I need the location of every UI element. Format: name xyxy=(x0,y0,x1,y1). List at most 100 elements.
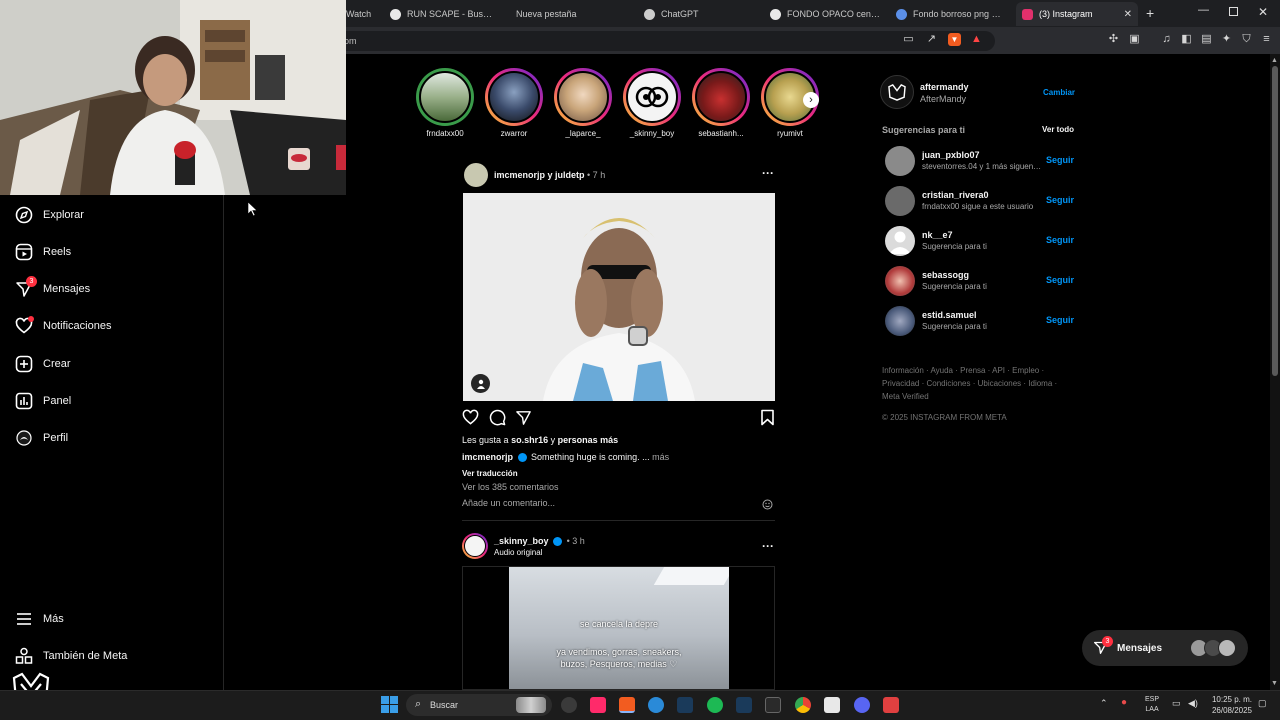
tray-chevron-icon[interactable]: ⌃ xyxy=(1100,698,1108,709)
tiktok-icon[interactable] xyxy=(590,697,606,713)
tab-fondo-opaco[interactable]: FONDO OPACO censura p xyxy=(764,2,886,26)
switch-account-link[interactable]: Cambiar xyxy=(1043,88,1075,97)
scroll-down-icon[interactable]: ▼ xyxy=(1271,680,1278,687)
tab-instagram[interactable]: (3) Instagram ✕ xyxy=(1016,2,1138,26)
cast-icon[interactable]: ▭ xyxy=(902,33,915,46)
vpn-icon[interactable]: ⛉ xyxy=(1240,33,1253,46)
story-item[interactable]: sebastianh... xyxy=(690,68,752,138)
edge-icon[interactable] xyxy=(648,697,664,713)
media-icon[interactable]: ♫ xyxy=(1160,33,1173,46)
post-image[interactable] xyxy=(463,193,775,401)
tagged-users-icon[interactable] xyxy=(471,374,490,393)
capcut-icon[interactable] xyxy=(824,697,840,713)
suggestion-avatar[interactable] xyxy=(885,306,915,336)
suggestion-username[interactable]: nk__e7 xyxy=(922,230,953,240)
network-icon[interactable]: ▭ xyxy=(1172,698,1181,709)
save-bookmark-icon[interactable] xyxy=(760,409,775,431)
comment-icon[interactable] xyxy=(489,409,506,431)
menu-icon[interactable]: ≡ xyxy=(1260,33,1273,46)
see-all-link[interactable]: Ver todo xyxy=(1042,125,1074,134)
caption-more-link[interactable]: más xyxy=(652,452,669,462)
volume-icon[interactable]: ◀) xyxy=(1188,698,1198,709)
post2-media[interactable]: se cancela la depre ya vendimos, gorras,… xyxy=(462,566,775,690)
follow-button[interactable]: Seguir xyxy=(1046,195,1074,205)
suggestion-username[interactable]: juan_pxblo07 xyxy=(922,150,980,160)
tab-chatgpt[interactable]: ChatGPT xyxy=(638,2,756,26)
share-icon[interactable]: ↗ xyxy=(925,33,938,46)
sidebar-item-mensajes[interactable]: 3 Mensajes xyxy=(15,276,90,300)
account-avatar[interactable] xyxy=(880,75,914,109)
post2-more-options-icon[interactable]: ··· xyxy=(762,539,774,553)
tab-watch[interactable]: Watch xyxy=(340,2,380,26)
likes-user-link[interactable]: so.shr16 xyxy=(511,435,548,445)
share-post-icon[interactable] xyxy=(515,409,532,431)
story-item[interactable]: frndatxx00 xyxy=(414,68,476,138)
notifications-icon[interactable]: ▢ xyxy=(1258,698,1267,709)
tab-runscape[interactable]: RUN SCAPE - Buscar con G xyxy=(384,2,502,26)
post2-header[interactable]: _skinny_boy • 3 h xyxy=(494,536,585,547)
translate-link[interactable]: Ver traducción xyxy=(462,469,518,478)
footer-links[interactable]: Información · Ayuda · Prensa · API · Emp… xyxy=(882,364,1057,403)
sidebar-item-perfil[interactable]: Perfil xyxy=(15,427,68,449)
screenshot-icon[interactable]: ▣ xyxy=(1128,33,1141,46)
suggestion-avatar[interactable] xyxy=(885,146,915,176)
close-tab-icon[interactable]: ✕ xyxy=(1124,9,1132,20)
extensions-icon[interactable]: ✣ xyxy=(1107,33,1120,46)
footer-line[interactable]: Información · Ayuda · Prensa · API · Emp… xyxy=(882,364,1057,377)
chrome-icon[interactable] xyxy=(795,697,811,713)
sidebar-item-reels[interactable]: Reels xyxy=(15,241,71,263)
maximize-icon[interactable] xyxy=(1229,7,1238,16)
suggestion-avatar[interactable] xyxy=(885,186,915,216)
sidebar-item-explorar[interactable]: Explorar xyxy=(15,204,84,226)
tab-new[interactable]: Nueva pestaña xyxy=(510,2,628,26)
tab-fondo-borroso[interactable]: Fondo borroso png imág xyxy=(890,2,1008,26)
brave-icon[interactable] xyxy=(619,697,635,713)
new-tab-icon[interactable]: + xyxy=(1146,5,1154,21)
post-author-avatar[interactable] xyxy=(464,163,488,187)
discord-icon[interactable] xyxy=(854,697,870,713)
taskbar-search[interactable]: ⌕ Buscar xyxy=(406,694,552,716)
post2-author-avatar[interactable] xyxy=(462,533,488,559)
sidebar-item-meta[interactable]: También de Meta xyxy=(15,645,127,667)
story-item[interactable]: _laparce_ xyxy=(552,68,614,138)
steam-icon[interactable] xyxy=(736,697,752,713)
microphone-icon[interactable]: ● xyxy=(1121,697,1127,708)
story-item[interactable]: zwarror xyxy=(483,68,545,138)
sidebar-item-notificaciones[interactable]: Notificaciones xyxy=(15,315,111,337)
post-header[interactable]: imcmenorjp y juldetp • 7 h xyxy=(494,170,605,180)
default-avatar-icon[interactable] xyxy=(885,226,915,256)
minimize-icon[interactable]: — xyxy=(1198,4,1209,16)
language-indicator[interactable]: ESP LAA xyxy=(1145,695,1159,715)
sidebar-toggle-icon[interactable]: ◧ xyxy=(1180,33,1193,46)
follow-button[interactable]: Seguir xyxy=(1046,235,1074,245)
suggestion-username[interactable]: sebassogg xyxy=(922,270,969,280)
follow-button[interactable]: Seguir xyxy=(1046,275,1074,285)
steam-icon[interactable] xyxy=(677,697,693,713)
more-options-icon[interactable]: ··· xyxy=(762,166,774,180)
suggestion-avatar[interactable] xyxy=(885,266,915,296)
account-username[interactable]: aftermandy xyxy=(920,82,969,92)
follow-button[interactable]: Seguir xyxy=(1046,155,1074,165)
app-icon[interactable] xyxy=(561,697,577,713)
footer-line[interactable]: Privacidad · Condiciones · Ubicaciones ·… xyxy=(882,377,1057,390)
emoji-icon[interactable] xyxy=(762,497,773,515)
footer-line[interactable]: Meta Verified xyxy=(882,390,1057,403)
follow-button[interactable]: Seguir xyxy=(1046,315,1074,325)
windows-start-icon[interactable] xyxy=(381,696,398,713)
suggestion-username[interactable]: estid.samuel xyxy=(922,310,977,320)
story-item[interactable]: _skinny_boy xyxy=(621,68,683,138)
sidebar-item-crear[interactable]: Crear xyxy=(15,353,71,375)
brave-shield-icon[interactable]: ▼ xyxy=(948,33,961,46)
address-bar[interactable]: om xyxy=(330,31,995,51)
brave-rewards-icon[interactable]: ▲ xyxy=(970,33,983,46)
leo-ai-icon[interactable]: ✦ xyxy=(1220,33,1233,46)
epic-games-icon[interactable] xyxy=(765,697,781,713)
sidebar-item-mas[interactable]: Más xyxy=(15,608,64,630)
close-window-icon[interactable]: ✕ xyxy=(1258,5,1268,19)
wallet-icon[interactable]: ▤ xyxy=(1200,33,1213,46)
caption-username[interactable]: imcmenorjp xyxy=(462,452,513,462)
messages-floating-button[interactable]: 3 Mensajes xyxy=(1082,630,1248,666)
likes-others-link[interactable]: personas más xyxy=(558,435,619,445)
like-icon[interactable] xyxy=(462,409,479,431)
scroll-up-icon[interactable]: ▲ xyxy=(1271,57,1278,64)
